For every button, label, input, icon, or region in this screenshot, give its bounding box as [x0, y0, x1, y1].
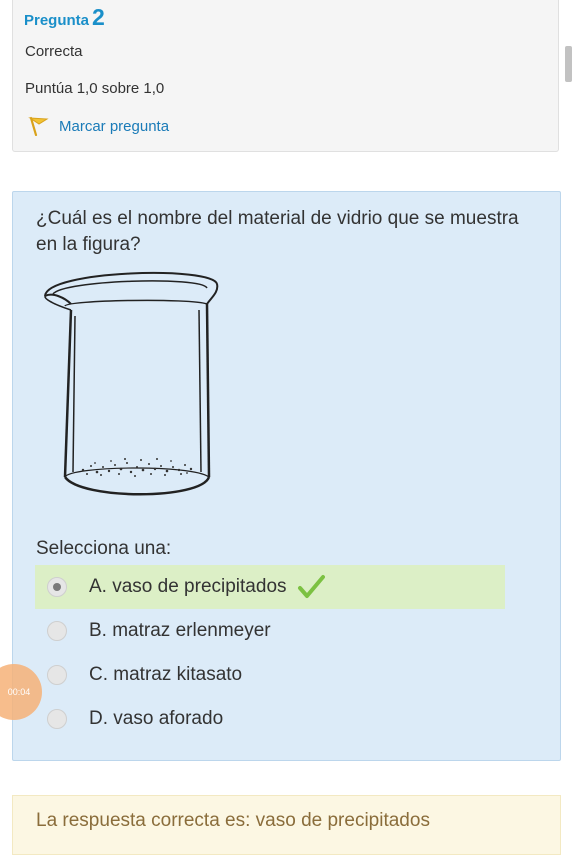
- question-number: 2: [92, 4, 105, 30]
- flag-icon: [28, 116, 49, 136]
- question-title: Pregunta 2: [24, 4, 105, 31]
- radio-option-c[interactable]: [47, 665, 67, 685]
- radio-option-a[interactable]: [47, 577, 67, 597]
- select-prompt: Selecciona una:: [36, 538, 172, 559]
- feedback-panel: La respuesta correcta es: vaso de precip…: [12, 795, 561, 855]
- timer-text: 00:04: [7, 687, 31, 697]
- radio-option-d[interactable]: [47, 709, 67, 729]
- option-d-label: D. vaso aforado: [89, 708, 224, 729]
- question-state: Correcta: [25, 43, 83, 60]
- option-b-label: B. matraz erlenmeyer: [89, 620, 271, 641]
- question-info-panel: Pregunta 2 Correcta Puntúa 1,0 sobre 1,0 …: [12, 0, 559, 152]
- question-grade: Puntúa 1,0 sobre 1,0: [25, 80, 165, 97]
- radio-option-b[interactable]: [47, 621, 67, 641]
- option-d[interactable]: D. vaso aforado: [35, 697, 505, 741]
- page-scrollbar[interactable]: [565, 46, 572, 82]
- question-label: Pregunta: [24, 12, 90, 29]
- question-content-panel: ¿Cuál es el nombre del material de vidri…: [12, 191, 561, 761]
- beaker-icon: [44, 271, 219, 496]
- option-a-label: A. vaso de precipitados: [89, 576, 287, 597]
- flag-question-link[interactable]: Marcar pregunta: [27, 116, 169, 136]
- option-c-label: C. matraz kitasato: [89, 664, 243, 685]
- option-a[interactable]: A. vaso de precipitados: [35, 565, 505, 609]
- checkmark-icon: [297, 575, 325, 598]
- option-b[interactable]: B. matraz erlenmeyer: [35, 609, 505, 653]
- correct-answer-text: La respuesta correcta es: vaso de precip…: [36, 810, 430, 831]
- question-text: ¿Cuál es el nombre del material de vidri…: [36, 208, 519, 255]
- option-c[interactable]: C. matraz kitasato: [35, 653, 505, 697]
- flag-question-label: Marcar pregunta: [59, 117, 170, 135]
